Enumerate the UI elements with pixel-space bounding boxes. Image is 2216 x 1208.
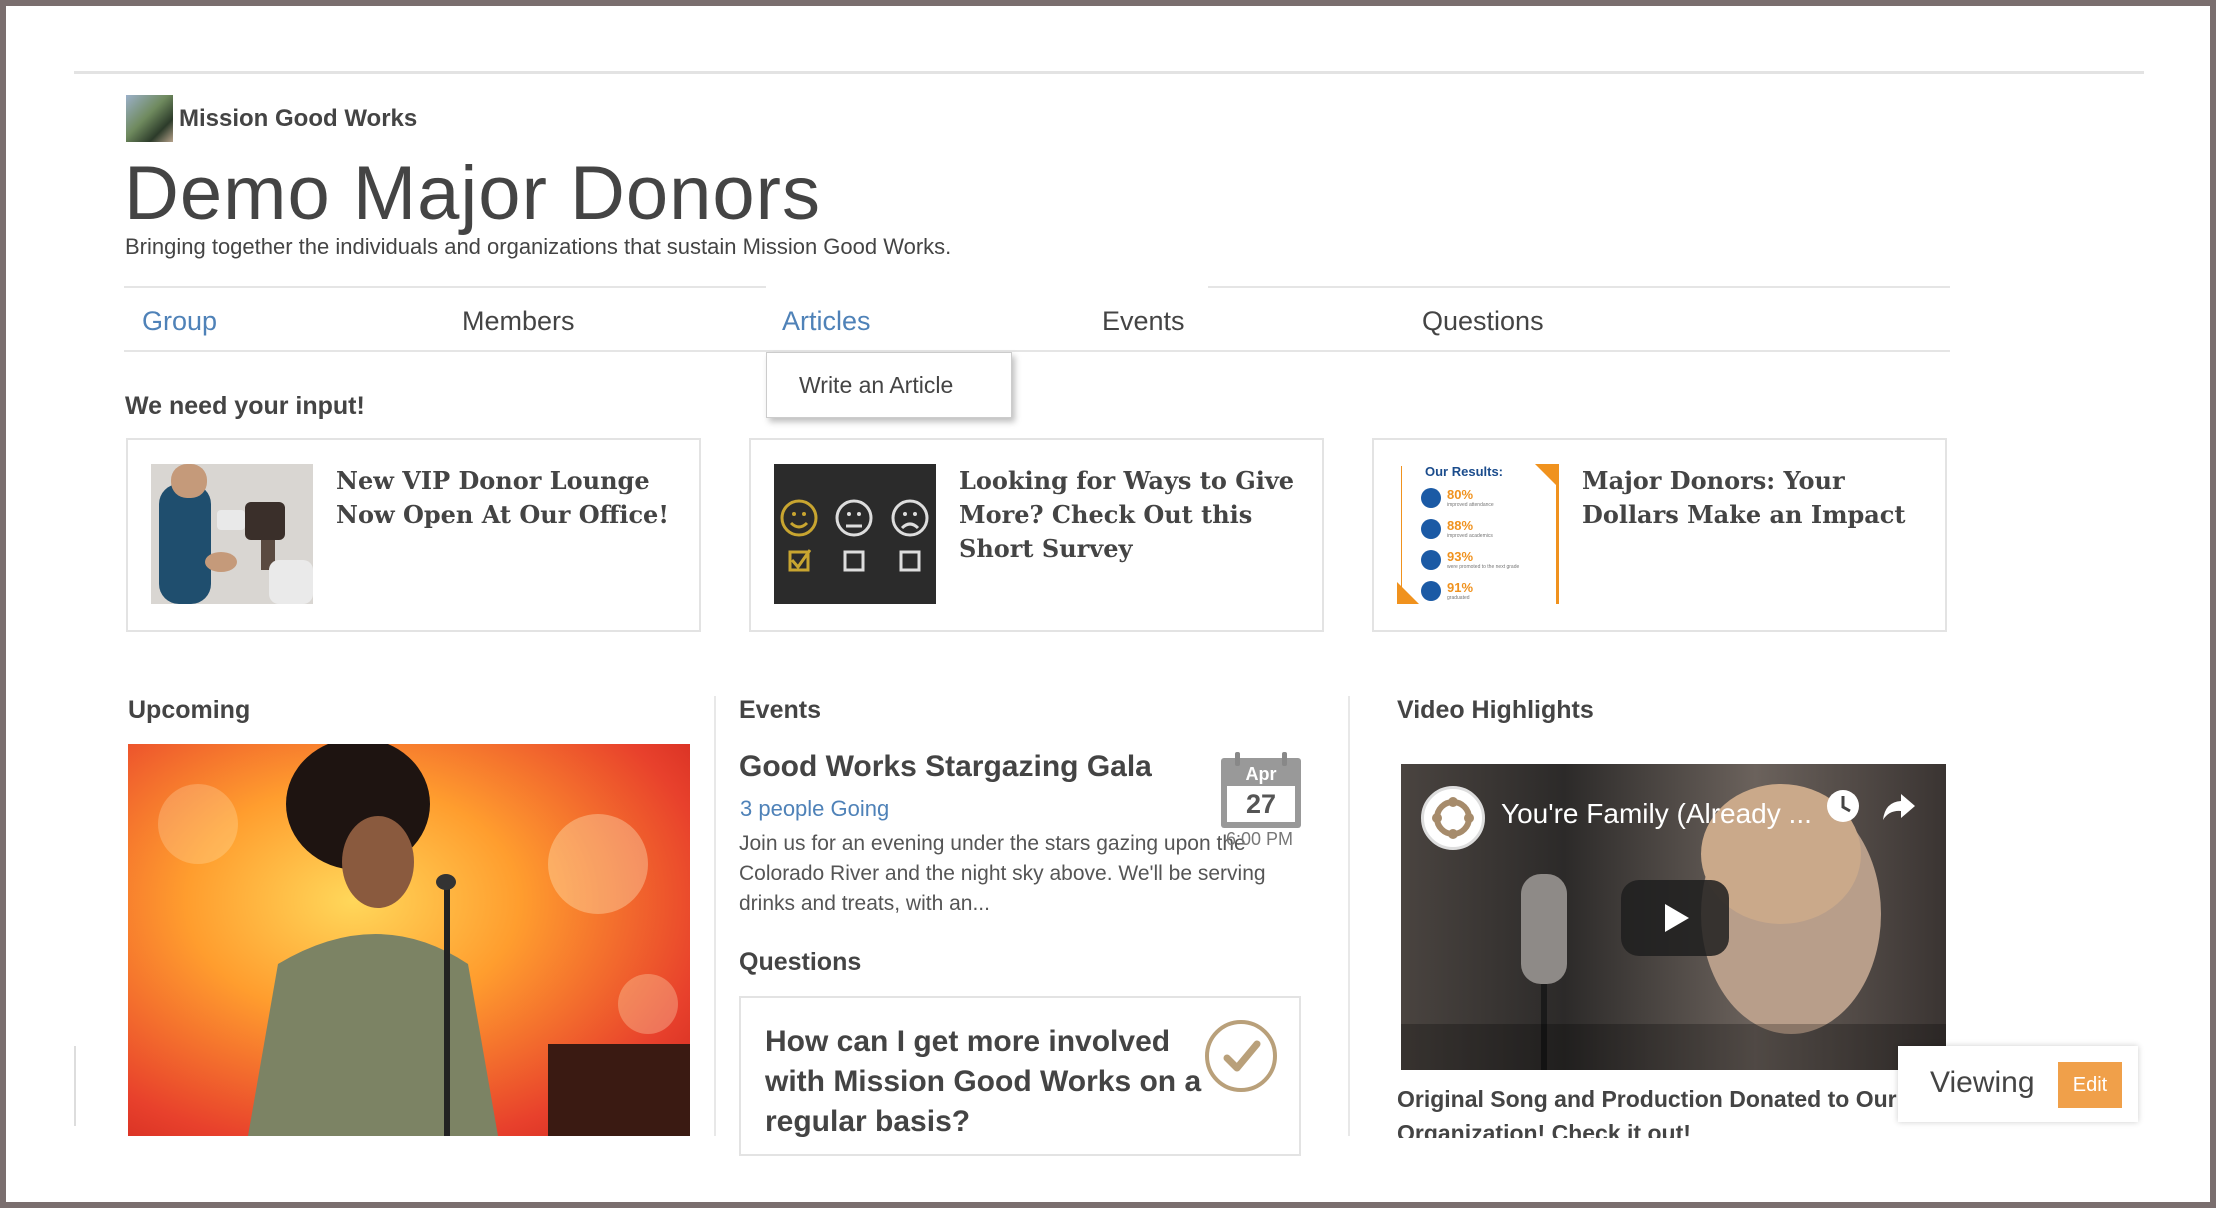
page-subtitle: Bringing together the individuals and or… bbox=[125, 234, 952, 259]
viewing-label: Viewing bbox=[1930, 1066, 2035, 1099]
play-button[interactable] bbox=[1621, 880, 1729, 956]
channel-avatar[interactable] bbox=[1421, 786, 1485, 850]
column-divider bbox=[714, 696, 716, 1136]
event-month: Apr bbox=[1245, 764, 1277, 784]
event-description: Join us for an evening under the stars g… bbox=[739, 832, 1266, 915]
event-attendees-link[interactable]: 3 people Going bbox=[740, 796, 889, 822]
event-day: 27 bbox=[1227, 786, 1295, 822]
article-title[interactable]: Looking for Ways to Give More? Check Out… bbox=[959, 464, 1302, 566]
video-player[interactable]: You're Family (Already ... bbox=[1401, 764, 1946, 1070]
result-stat: 91% graduated bbox=[1421, 575, 1519, 604]
edit-button[interactable]: Edit bbox=[2058, 1062, 2122, 1108]
group-nav: Group Members Articles Events Questions bbox=[124, 286, 1950, 352]
answered-check-icon bbox=[1205, 1020, 1277, 1092]
tab-questions[interactable]: Questions bbox=[1422, 306, 1544, 337]
input-section-title: We need your input! bbox=[125, 392, 365, 420]
tab-articles[interactable]: Articles bbox=[782, 306, 871, 337]
watch-later-icon[interactable] bbox=[1823, 786, 1863, 831]
results-thumbnail: Our Results: 80% improved attendance 88%… bbox=[1397, 464, 1559, 604]
share-icon[interactable] bbox=[1879, 786, 1919, 831]
tab-events[interactable]: Events bbox=[1102, 306, 1185, 337]
result-stat: 93% were promoted to the next grade bbox=[1421, 544, 1519, 575]
article-title[interactable]: New VIP Donor Lounge Now Open At Our Off… bbox=[336, 464, 679, 532]
video-title[interactable]: You're Family (Already ... bbox=[1501, 798, 1812, 830]
article-thumbnail bbox=[151, 464, 313, 604]
nav-gap bbox=[766, 286, 1208, 289]
articles-dropdown: Write an Article bbox=[766, 352, 1012, 418]
article-card[interactable]: Our Results: 80% improved attendance 88%… bbox=[1372, 438, 1947, 632]
video-caption[interactable]: Original Song and Production Donated to … bbox=[1397, 1082, 1917, 1138]
survey-thumbnail bbox=[774, 464, 936, 604]
article-card[interactable]: Looking for Ways to Give More? Check Out… bbox=[749, 438, 1324, 632]
side-handle bbox=[74, 1046, 76, 1126]
events-title: Events bbox=[739, 696, 821, 724]
article-title[interactable]: Major Donors: Your Dollars Make an Impac… bbox=[1582, 464, 1925, 532]
calendar-icon: Apr 27 bbox=[1221, 752, 1301, 828]
video-section-title: Video Highlights bbox=[1397, 696, 1594, 724]
article-card[interactable]: New VIP Donor Lounge Now Open At Our Off… bbox=[126, 438, 701, 632]
tab-members[interactable]: Members bbox=[462, 306, 575, 337]
org-brand[interactable]: Mission Good Works bbox=[126, 95, 417, 142]
upcoming-title: Upcoming bbox=[128, 696, 251, 724]
tab-group[interactable]: Group bbox=[142, 306, 217, 337]
stat-icon bbox=[1421, 549, 1441, 570]
view-mode-panel: Viewing Edit bbox=[1898, 1046, 2138, 1122]
top-divider bbox=[74, 71, 2144, 74]
org-logo bbox=[126, 95, 173, 142]
result-stat: 80% improved attendance bbox=[1421, 482, 1519, 513]
questions-title: Questions bbox=[739, 948, 862, 976]
page-title: Demo Major Donors bbox=[124, 151, 821, 236]
stat-icon bbox=[1421, 580, 1441, 601]
write-article-menu-item[interactable]: Write an Article bbox=[799, 372, 953, 399]
event-name[interactable]: Good Works Stargazing Gala bbox=[739, 750, 1152, 784]
event-time: 6:00 PM bbox=[1226, 829, 1294, 849]
results-heading: Our Results: bbox=[1425, 464, 1504, 479]
stat-icon bbox=[1421, 487, 1441, 508]
question-card[interactable]: How can I get more involved with Mission… bbox=[739, 996, 1301, 1156]
column-divider bbox=[1348, 696, 1350, 1136]
upcoming-image[interactable] bbox=[128, 744, 690, 1136]
result-stat: 88% improved academics bbox=[1421, 513, 1519, 544]
org-name: Mission Good Works bbox=[179, 104, 418, 132]
question-text[interactable]: How can I get more involved with Mission… bbox=[765, 1022, 1205, 1142]
stat-icon bbox=[1421, 518, 1441, 539]
